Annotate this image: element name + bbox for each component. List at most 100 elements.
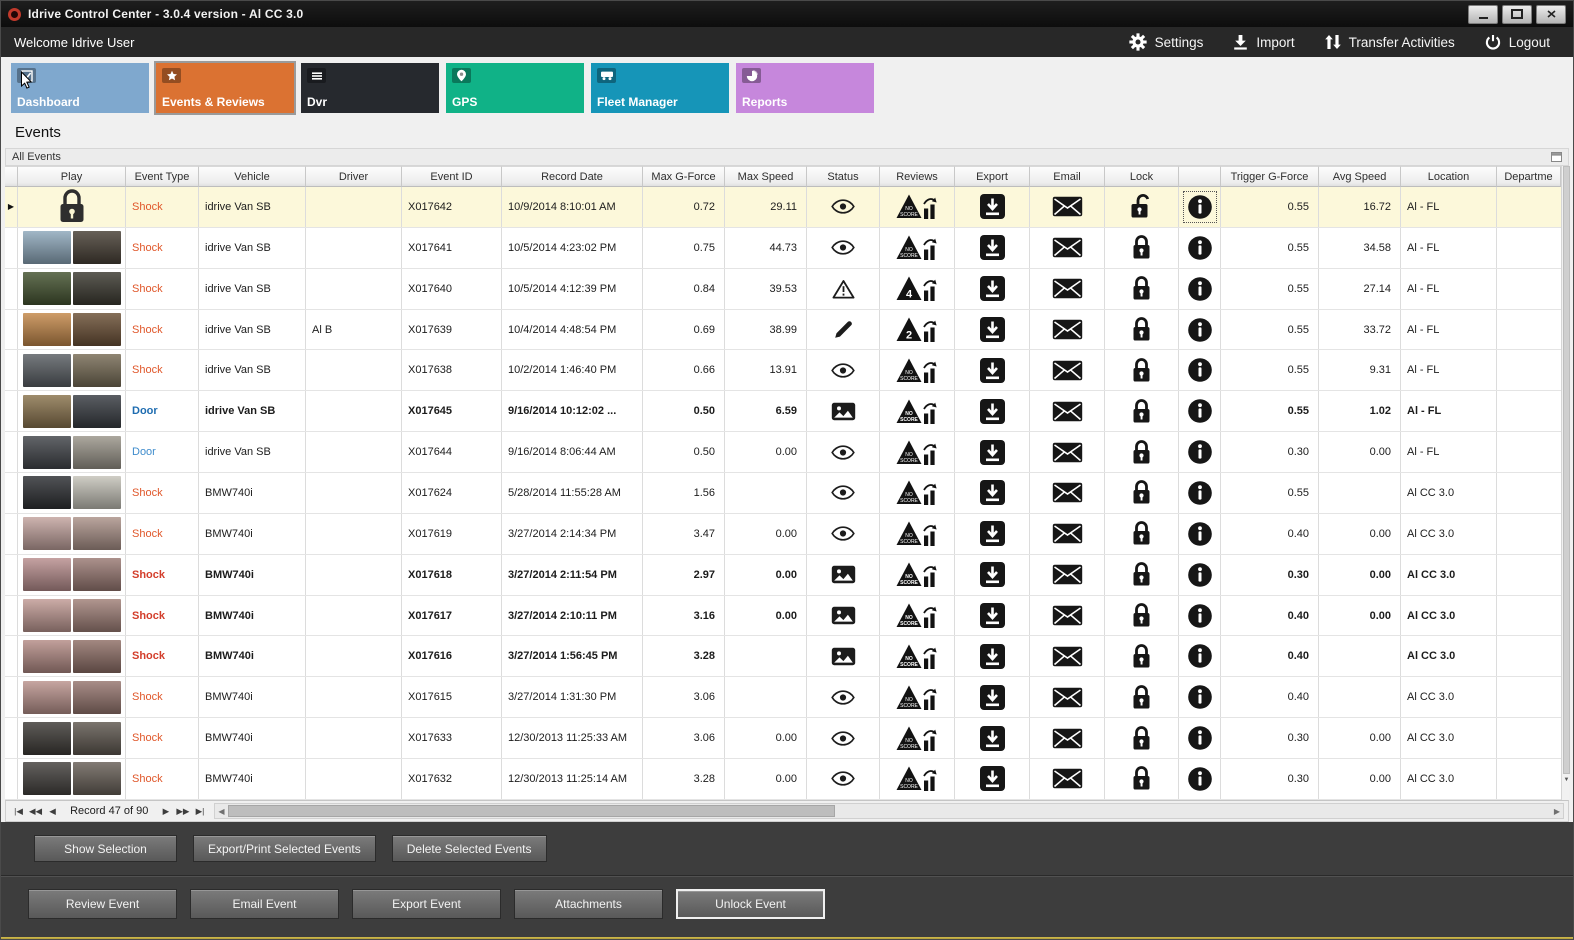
email-icon[interactable]: [1052, 278, 1083, 299]
lock-icon-cell[interactable]: [1105, 759, 1179, 799]
table-row[interactable]: Shock BMW740i X017616 3/27/2014 1:56:45 PM 3…: [5, 636, 1561, 678]
review-score-icon[interactable]: NO SCORE: [895, 479, 939, 506]
review-score-icon[interactable]: NO SCORE: [895, 520, 939, 547]
email-icon[interactable]: [1052, 646, 1083, 667]
email-icon[interactable]: [1052, 237, 1083, 258]
lock-icon[interactable]: [1131, 725, 1152, 752]
lock-icon-cell[interactable]: [1105, 677, 1179, 718]
info-icon-cell[interactable]: [1179, 636, 1221, 677]
email-icon[interactable]: [1052, 768, 1083, 789]
info-icon-cell[interactable]: [1179, 187, 1221, 227]
column-header-event-id[interactable]: Event ID: [402, 166, 502, 187]
lock-icon[interactable]: [1131, 684, 1152, 711]
review-score-icon-cell[interactable]: NO SCORE: [880, 350, 955, 391]
review-score-icon-cell[interactable]: 2: [880, 309, 955, 350]
review-score-icon[interactable]: NO SCORE: [895, 234, 939, 261]
info-icon-cell[interactable]: [1179, 718, 1221, 759]
export-icon[interactable]: [979, 357, 1006, 384]
export-icon-cell[interactable]: [955, 268, 1030, 309]
email-icon-cell[interactable]: [1030, 595, 1105, 636]
email-icon[interactable]: [1052, 564, 1083, 585]
info-icon-cell[interactable]: [1179, 513, 1221, 554]
email-icon-cell[interactable]: [1030, 513, 1105, 554]
table-row[interactable]: Shock BMW740i X017632 12/30/2013 11:25:14 A…: [5, 759, 1561, 800]
unlock-event-button[interactable]: Unlock Event: [676, 889, 825, 919]
review-score-icon-cell[interactable]: NO SCORE: [880, 391, 955, 432]
email-icon[interactable]: [1052, 605, 1083, 626]
review-score-icon[interactable]: NO SCORE: [895, 684, 939, 711]
lock-icon-cell[interactable]: [1105, 554, 1179, 595]
table-row[interactable]: Shock idrive Van SB Al B X017639 10/4/2014 4…: [5, 309, 1561, 351]
export-icon-cell[interactable]: [955, 350, 1030, 391]
maximize-button[interactable]: [1502, 4, 1532, 24]
event-thumbnail[interactable]: [22, 639, 121, 673]
review-score-icon[interactable]: 2: [895, 316, 939, 343]
lock-icon-cell[interactable]: [1105, 309, 1179, 350]
column-header-reviews[interactable]: Reviews: [880, 166, 955, 187]
table-row[interactable]: Shock BMW740i X017618 3/27/2014 2:11:54 PM 2…: [5, 554, 1561, 596]
info-icon[interactable]: [1187, 276, 1213, 302]
info-icon-cell[interactable]: [1179, 350, 1221, 391]
export-icon-cell[interactable]: [955, 513, 1030, 554]
review-event-button[interactable]: Review Event: [28, 889, 177, 919]
lock-icon[interactable]: [1131, 234, 1152, 261]
play-cell[interactable]: [18, 227, 126, 268]
export-icon-cell[interactable]: [955, 636, 1030, 677]
table-row[interactable]: Shock BMW740i X017617 3/27/2014 2:10:11 PM 3…: [5, 595, 1561, 637]
lock-icon-cell[interactable]: [1105, 350, 1179, 391]
lock-icon[interactable]: [1131, 479, 1152, 506]
lock-icon[interactable]: [1131, 602, 1152, 629]
play-cell[interactable]: [18, 718, 126, 759]
first-record-button[interactable]: |◀: [10, 803, 27, 819]
next-page-button[interactable]: ▶▶: [174, 803, 191, 819]
unlock-icon[interactable]: [1129, 193, 1154, 220]
lock-icon[interactable]: [1131, 765, 1152, 792]
play-cell[interactable]: [18, 595, 126, 636]
column-header-location[interactable]: Location: [1401, 166, 1497, 187]
email-icon-cell[interactable]: [1030, 309, 1105, 350]
lock-icon[interactable]: [1131, 520, 1152, 547]
export-print-selected-events-button[interactable]: Export/Print Selected Events: [193, 835, 376, 862]
event-thumbnail[interactable]: [22, 394, 121, 428]
review-score-icon-cell[interactable]: 4: [880, 268, 955, 309]
column-header-event-type[interactable]: Event Type: [126, 166, 199, 187]
play-cell[interactable]: [18, 187, 126, 227]
email-icon-cell[interactable]: [1030, 391, 1105, 432]
export-icon[interactable]: [979, 193, 1006, 220]
info-icon[interactable]: [1187, 398, 1213, 424]
scroll-left-icon[interactable]: ◀: [215, 807, 227, 816]
info-icon-cell[interactable]: [1179, 759, 1221, 799]
show-selection-button[interactable]: Show Selection: [34, 835, 177, 862]
info-icon[interactable]: [1187, 439, 1213, 465]
lock-icon[interactable]: [1131, 275, 1152, 302]
export-icon[interactable]: [979, 479, 1006, 506]
table-row[interactable]: Shock BMW740i X017624 5/28/2014 11:55:28 AM…: [5, 473, 1561, 514]
email-event-button[interactable]: Email Event: [190, 889, 339, 919]
table-row[interactable]: ▶ Shock idrive Van SB X017642 10/9/2014 8:10…: [5, 187, 1561, 228]
table-row[interactable]: Shock idrive Van SB X017638 10/2/2014 1:46:…: [5, 350, 1561, 392]
export-icon[interactable]: [979, 561, 1006, 588]
export-event-button[interactable]: Export Event: [352, 889, 501, 919]
table-row[interactable]: Shock BMW740i X017615 3/27/2014 1:31:30 PM 3…: [5, 677, 1561, 719]
export-icon-cell[interactable]: [955, 718, 1030, 759]
play-cell[interactable]: [18, 473, 126, 513]
play-cell[interactable]: [18, 554, 126, 595]
info-icon[interactable]: [1187, 357, 1213, 383]
lock-icon[interactable]: [1131, 357, 1152, 384]
menu-action-transfer-activities[interactable]: Transfer Activities: [1324, 34, 1455, 50]
attachments-button[interactable]: Attachments: [514, 889, 663, 919]
email-icon[interactable]: [1052, 401, 1083, 422]
email-icon-cell[interactable]: [1030, 432, 1105, 473]
play-cell[interactable]: [18, 759, 126, 799]
lock-icon-cell[interactable]: [1105, 513, 1179, 554]
review-score-icon[interactable]: NO SCORE: [895, 398, 939, 425]
event-thumbnail[interactable]: [22, 313, 121, 346]
email-icon-cell[interactable]: [1030, 187, 1105, 227]
info-icon[interactable]: [1187, 317, 1213, 343]
column-header-lock[interactable]: Lock: [1105, 166, 1179, 187]
column-header-record-date[interactable]: Record Date: [502, 166, 643, 187]
email-icon-cell[interactable]: [1030, 554, 1105, 595]
email-icon-cell[interactable]: [1030, 718, 1105, 759]
review-score-icon[interactable]: NO SCORE: [895, 439, 939, 466]
export-icon[interactable]: [979, 684, 1006, 711]
